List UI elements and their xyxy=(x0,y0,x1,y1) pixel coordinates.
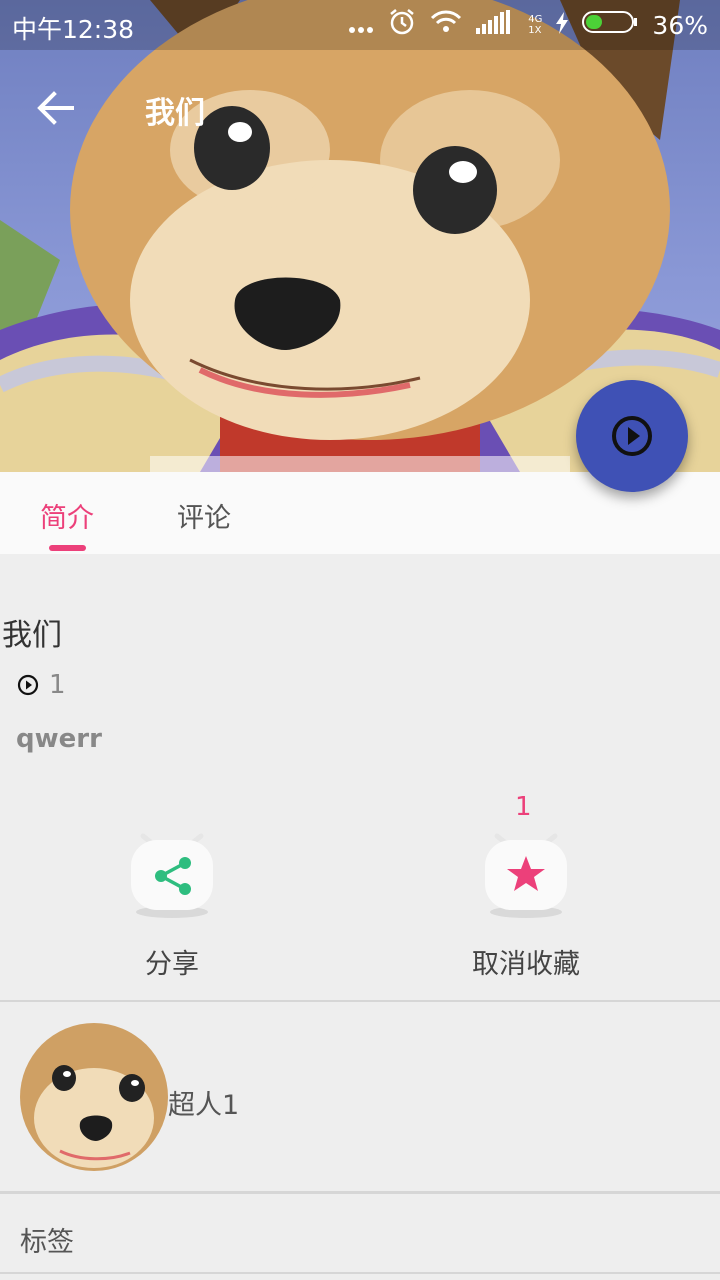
divider xyxy=(0,1272,720,1274)
more-dots-icon xyxy=(348,11,374,40)
tags-label: 标签 xyxy=(20,1227,74,1258)
tab-comments[interactable]: 评论 xyxy=(177,496,231,535)
status-bar: 中午12:38 4G 1X 36% xyxy=(0,0,720,50)
avatar xyxy=(20,1023,168,1171)
star-icon xyxy=(483,830,569,920)
author-name: qwerr xyxy=(16,724,102,754)
toolbar: 我们 xyxy=(0,66,720,150)
unfavorite-button[interactable]: 取消收藏 xyxy=(426,830,626,981)
share-icon xyxy=(129,830,215,920)
play-button[interactable] xyxy=(576,380,688,492)
share-button[interactable]: 分享 xyxy=(72,830,272,981)
battery-percent: 36% xyxy=(652,10,708,40)
back-button[interactable] xyxy=(30,82,82,134)
network-type-label: 4G 1X xyxy=(528,14,543,36)
divider xyxy=(0,1191,720,1194)
tab-indicator xyxy=(49,545,86,551)
signal-icon xyxy=(476,10,514,40)
favorite-count: 1 xyxy=(515,792,532,822)
video-title: 我们 xyxy=(2,618,62,653)
alarm-icon xyxy=(388,8,416,42)
uploader-row[interactable]: 超人1 xyxy=(0,1003,720,1191)
status-time: 中午12:38 xyxy=(12,15,135,44)
charging-icon xyxy=(556,11,569,40)
tab-intro[interactable]: 简介 xyxy=(40,496,94,535)
play-circle-icon xyxy=(17,674,39,696)
divider xyxy=(0,1000,720,1002)
play-count: 1 xyxy=(49,670,66,700)
toolbar-title: 我们 xyxy=(145,96,205,131)
arrow-back-icon xyxy=(37,91,74,125)
share-label: 分享 xyxy=(145,949,199,980)
play-count-row: 1 xyxy=(17,670,66,700)
battery-icon xyxy=(582,10,638,40)
uploader-name: 超人1 xyxy=(168,1090,240,1121)
play-circle-icon xyxy=(612,416,652,456)
unfavorite-label: 取消收藏 xyxy=(472,949,580,980)
wifi-icon xyxy=(430,10,462,40)
